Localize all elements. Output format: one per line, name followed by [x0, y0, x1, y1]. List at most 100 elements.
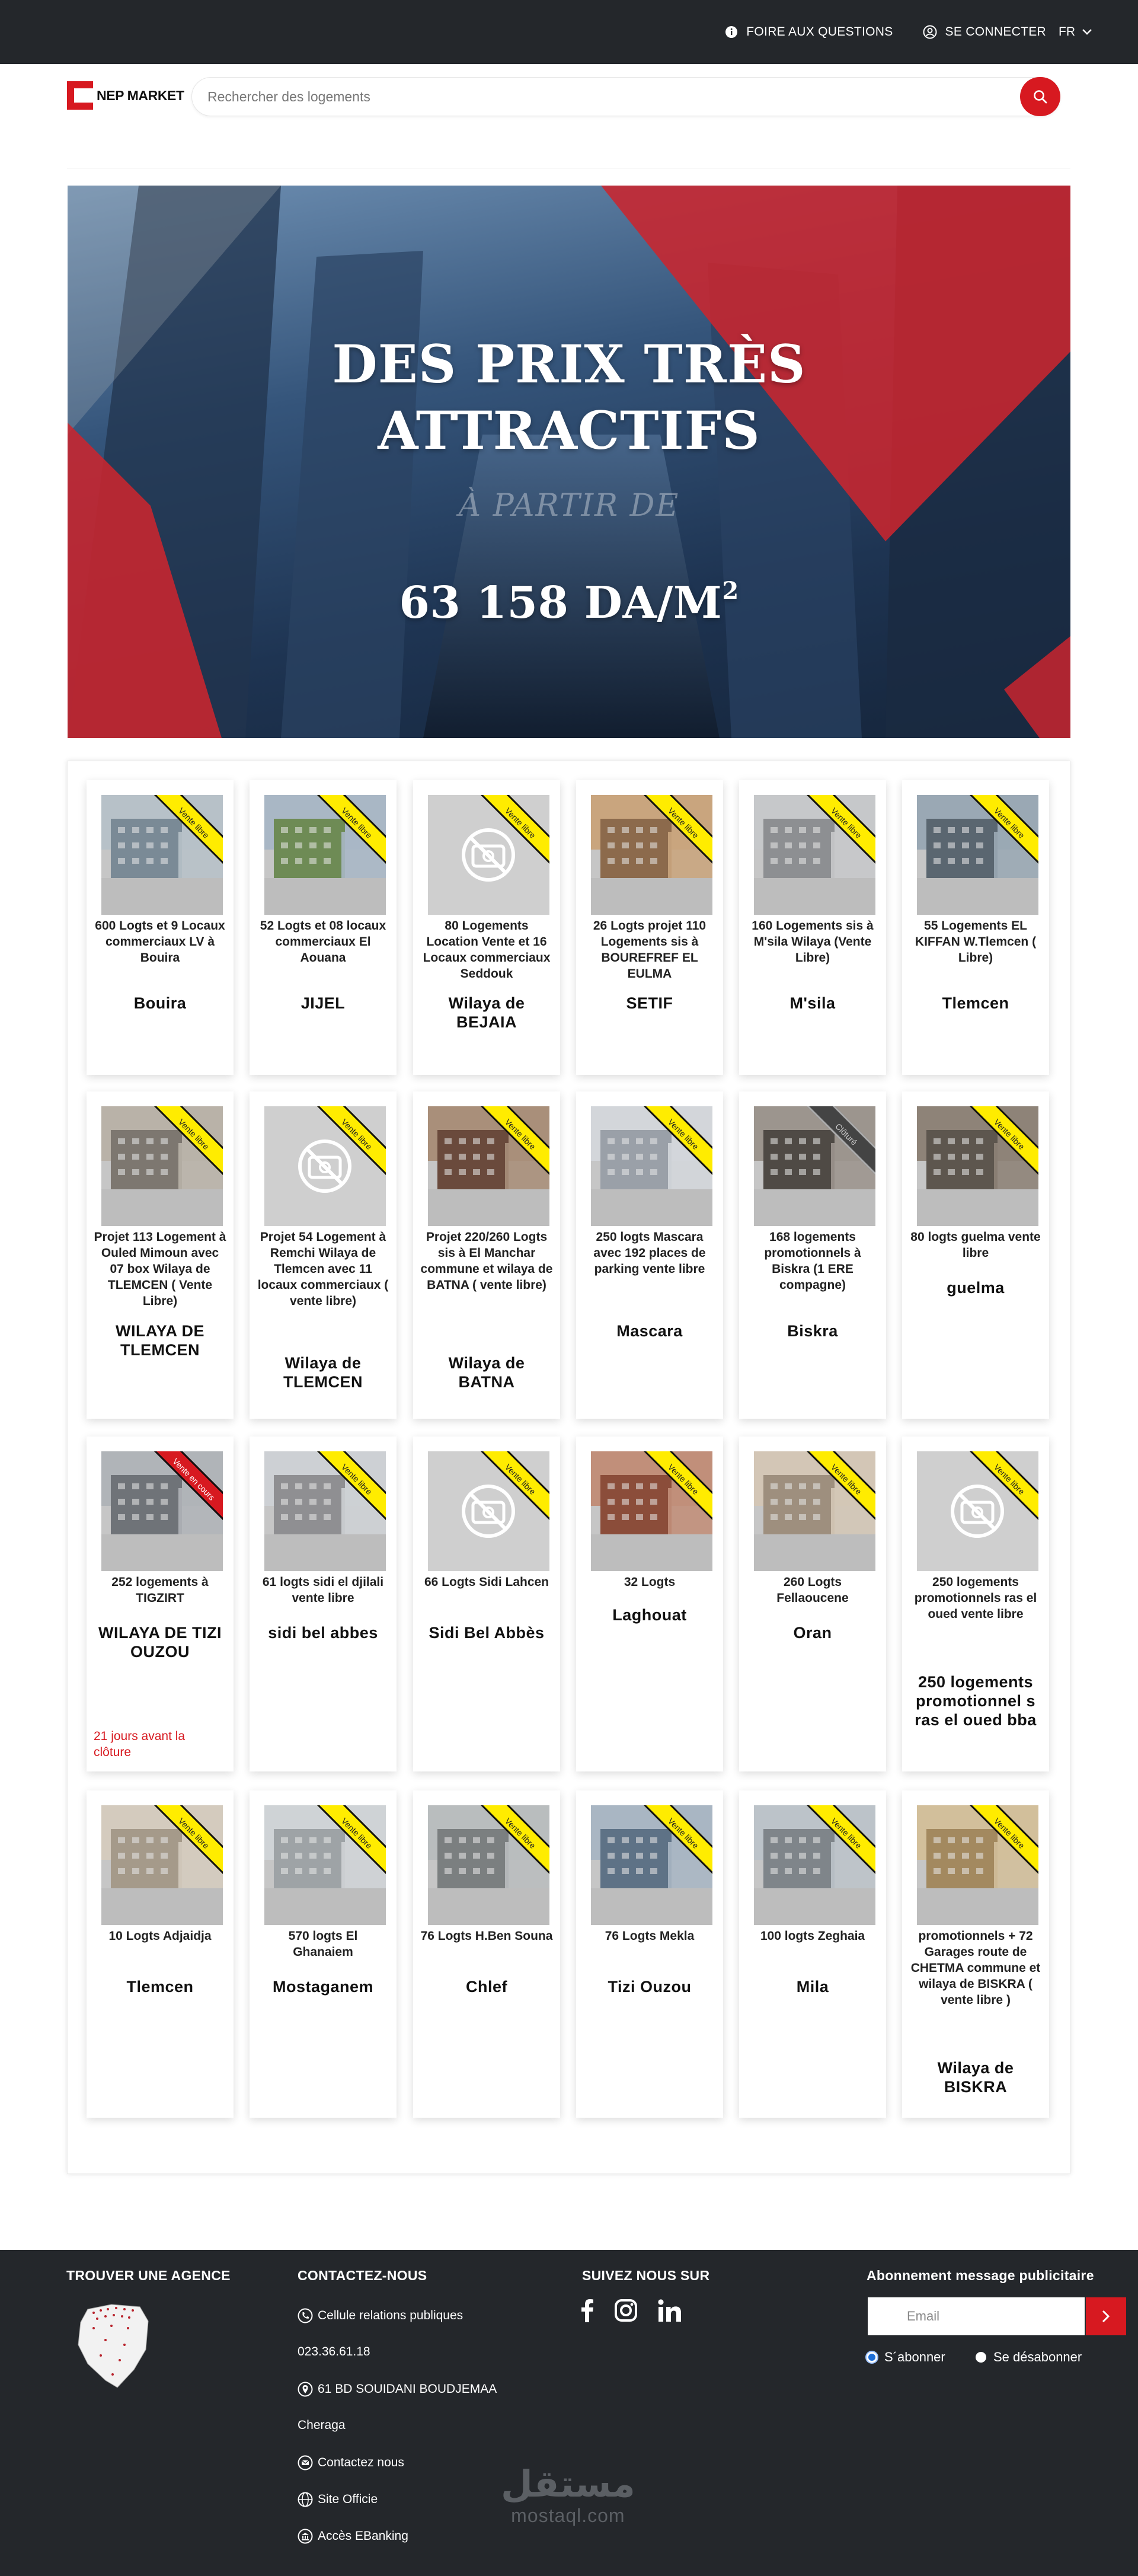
listing-title[interactable]: 160 Logements sis à M'sila Wilaya (Vente… — [746, 918, 879, 966]
address-label: 61 BD SOUIDANI BOUDJEMAA — [318, 2382, 497, 2396]
listing-thumbnail[interactable]: Vente libre — [428, 1106, 549, 1226]
faq-link[interactable]: FOIRE AUX QUESTIONS — [725, 25, 893, 39]
listing-thumbnail[interactable]: Vente libre — [917, 1106, 1038, 1226]
listing-title[interactable]: Projet 113 Logement à Ouled Mimoun avec … — [94, 1229, 226, 1309]
subscribe-radio[interactable]: S´abonner — [867, 2350, 945, 2365]
listing-thumbnail[interactable]: Vente libre — [264, 1451, 386, 1571]
listing-thumbnail[interactable]: Vente libre — [264, 1106, 386, 1226]
listing-title[interactable]: promotionnels + 72 Garages route de CHET… — [909, 1928, 1042, 2008]
listing-card[interactable]: Clôturé 168 logements promotionnels à Bis… — [739, 1091, 886, 1419]
listing-card[interactable]: Vente libre 250 logements promotionnels r… — [902, 1437, 1049, 1771]
mail-icon — [298, 2455, 313, 2470]
listing-title[interactable]: 32 Logts — [583, 1574, 716, 1590]
listing-title[interactable]: 76 Logts Mekla — [583, 1928, 716, 1944]
listing-thumbnail[interactable]: Vente libre — [428, 1451, 549, 1571]
listing-title[interactable]: 66 Logts Sidi Lahcen — [420, 1574, 553, 1590]
listing-card[interactable]: Vente libre 600 Logts et 9 Locaux commerc… — [87, 780, 234, 1075]
listing-thumbnail[interactable]: Vente en cours — [101, 1451, 223, 1571]
listing-thumbnail[interactable]: Vente libre — [917, 1805, 1038, 1925]
algeria-map-icon[interactable] — [70, 2299, 165, 2393]
listing-title[interactable]: 168 logements promotionnels à Biskra (1 … — [746, 1229, 879, 1293]
listing-title[interactable]: 10 Logts Adjaidja — [94, 1928, 226, 1944]
linkedin-icon[interactable] — [658, 2299, 682, 2322]
listing-thumbnail[interactable]: Vente libre — [101, 1805, 223, 1925]
unsubscribe-radio[interactable]: Se désabonner — [976, 2350, 1082, 2365]
listing-thumbnail[interactable]: Clôturé — [754, 1106, 875, 1226]
public-relations-label: Cellule relations publiques — [318, 2309, 463, 2322]
listing-card[interactable]: Vente libre 100 logts Zeghaia Mila — [739, 1790, 886, 2118]
listing-card[interactable]: Vente en cours 252 logements à TIGZIRT WIL… — [87, 1437, 234, 1771]
listing-title[interactable]: 252 logements à TIGZIRT — [94, 1574, 226, 1606]
official-site-link[interactable]: Site Officie — [298, 2492, 378, 2507]
listing-city: Oran — [793, 1624, 832, 1642]
listing-card[interactable]: Vente libre promotionnels + 72 Garages ro… — [902, 1790, 1049, 2118]
listing-thumbnail[interactable]: Vente libre — [264, 795, 386, 915]
listing-title[interactable]: 260 Logts Fellaoucene — [746, 1574, 879, 1606]
listing-title[interactable]: Projet 54 Logement à Remchi Wilaya de Tl… — [257, 1229, 389, 1309]
listing-thumbnail[interactable]: Vente libre — [591, 1106, 712, 1226]
listing-card[interactable]: Vente libre Projet 220/260 Logts sis à El… — [413, 1091, 560, 1419]
promo-banner[interactable]: DES PRIX TRÈS ATTRACTIFS À PARTIR DE 63 … — [68, 186, 1070, 738]
public-relations-link[interactable]: Cellule relations publiques — [298, 2308, 463, 2323]
facebook-icon[interactable] — [581, 2299, 594, 2322]
listing-title[interactable]: 80 logts guelma vente libre — [909, 1229, 1042, 1261]
listing-card[interactable]: Vente libre 61 logts sidi el djilali vent… — [250, 1437, 397, 1771]
newsletter-submit-button[interactable] — [1086, 2297, 1126, 2335]
listing-card[interactable]: Vente libre 55 Logements EL KIFFAN W.Tlem… — [902, 780, 1049, 1075]
listing-card[interactable]: Vente libre 76 Logts Mekla Tizi Ouzou — [576, 1790, 723, 2118]
listing-title[interactable]: 250 logements promotionnels ras el oued … — [909, 1574, 1042, 1622]
language-selector[interactable]: FR — [1059, 0, 1092, 64]
listing-thumbnail[interactable]: Vente libre — [101, 1106, 223, 1226]
no-photo-icon — [264, 1106, 386, 1226]
listing-card[interactable]: Vente libre 250 logts Mascara avec 192 pl… — [576, 1091, 723, 1419]
contact-us-link[interactable]: Contactez nous — [298, 2455, 404, 2470]
listing-thumbnail[interactable]: Vente libre — [428, 795, 549, 915]
listing-title[interactable]: 26 Logts projet 110 Logements sis à BOUR… — [583, 918, 716, 982]
listing-card[interactable]: Vente libre 76 Logts H.Ben Souna Chlef — [413, 1790, 560, 2118]
listing-title[interactable]: 80 Logements Location Vente et 16 Locaux… — [420, 918, 553, 982]
listing-thumbnail[interactable]: Vente libre — [754, 1451, 875, 1571]
listing-title[interactable]: 61 logts sidi el djilali vente libre — [257, 1574, 389, 1606]
search-button[interactable] — [1020, 77, 1060, 116]
listing-card[interactable]: Vente libre 160 Logements sis à M'sila Wi… — [739, 780, 886, 1075]
listing-card[interactable]: Vente libre 66 Logts Sidi Lahcen Sidi Bel … — [413, 1437, 560, 1771]
listing-title[interactable]: 600 Logts et 9 Locaux commerciaux LV à B… — [94, 918, 226, 966]
listing-title[interactable]: 76 Logts H.Ben Souna — [420, 1928, 553, 1944]
ebanking-link[interactable]: Accès EBanking — [298, 2529, 408, 2544]
listing-card[interactable]: Vente libre 32 Logts Laghouat — [576, 1437, 723, 1771]
listing-thumbnail[interactable]: Vente libre — [754, 795, 875, 915]
listing-thumbnail[interactable]: Vente libre — [591, 1451, 712, 1571]
listing-thumbnail[interactable]: Vente libre — [591, 795, 712, 915]
ebanking-label: Accès EBanking — [318, 2529, 408, 2543]
logo[interactable]: NEP MARKET — [67, 81, 184, 110]
listings-grid: Vente libre 600 Logts et 9 Locaux commerc… — [67, 761, 1070, 2174]
listing-thumbnail[interactable]: Vente libre — [101, 795, 223, 915]
instagram-icon[interactable] — [614, 2299, 638, 2322]
listing-thumbnail[interactable]: Vente libre — [917, 795, 1038, 915]
listing-title[interactable]: Projet 220/260 Logts sis à El Manchar co… — [420, 1229, 553, 1293]
listing-card[interactable]: Vente libre 80 Logements Location Vente e… — [413, 780, 560, 1075]
listing-thumbnail[interactable]: Vente libre — [264, 1805, 386, 1925]
listing-thumbnail[interactable]: Vente libre — [917, 1451, 1038, 1571]
listing-card[interactable]: Vente libre 80 logts guelma vente libre gu… — [902, 1091, 1049, 1419]
listing-card[interactable]: Vente libre 52 Logts et 08 locaux commerc… — [250, 780, 397, 1075]
listing-thumbnail[interactable]: Vente libre — [591, 1805, 712, 1925]
search-input[interactable] — [207, 78, 990, 116]
listing-city: WILAYA DE TLEMCEN — [115, 1322, 205, 1359]
email-input[interactable] — [907, 2297, 1043, 2335]
listing-thumbnail[interactable]: Vente libre — [428, 1805, 549, 1925]
listing-title[interactable]: 100 logts Zeghaia — [746, 1928, 879, 1944]
listing-title[interactable]: 250 logts Mascara avec 192 places de par… — [583, 1229, 716, 1277]
listing-card[interactable]: Vente libre 26 Logts projet 110 Logements… — [576, 780, 723, 1075]
login-link[interactable]: SE CONNECTER — [923, 25, 1046, 39]
listing-title[interactable]: 570 logts El Ghanaiem — [257, 1928, 389, 1960]
listing-card[interactable]: Vente libre Projet 113 Logement à Ouled M… — [87, 1091, 234, 1419]
listing-title[interactable]: 55 Logements EL KIFFAN W.Tlemcen ( Libre… — [909, 918, 1042, 966]
listing-title[interactable]: 52 Logts et 08 locaux commerciaux El Aou… — [257, 918, 389, 966]
listing-card[interactable]: Vente libre 570 logts El Ghanaiem Mostagan… — [250, 1790, 397, 2118]
listing-thumbnail[interactable]: Vente libre — [754, 1805, 875, 1925]
listing-card[interactable]: Vente libre Projet 54 Logement à Remchi W… — [250, 1091, 397, 1419]
listing-card[interactable]: Vente libre 260 Logts Fellaoucene Oran — [739, 1437, 886, 1771]
listing-card[interactable]: Vente libre 10 Logts Adjaidja Tlemcen — [87, 1790, 234, 2118]
listing-city: WILAYA DE TIZI OUZOU — [98, 1624, 222, 1661]
